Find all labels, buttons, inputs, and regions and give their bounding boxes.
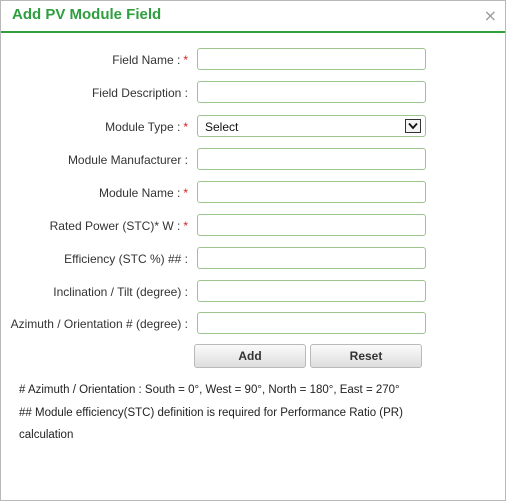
module-type-selected-value: Select (205, 120, 239, 134)
module-manufacturer-row: Module Manufacturer : (1, 148, 505, 172)
required-marker: * (183, 186, 188, 200)
inclination-label: Inclination / Tilt (degree) : (53, 285, 188, 299)
add-pv-module-dialog: Add PV Module Field × Field Name : * Fiel… (0, 0, 506, 501)
dialog-title: Add PV Module Field (12, 6, 162, 23)
reset-button[interactable]: Reset (310, 344, 422, 368)
efficiency-row: Efficiency (STC %) ## : (1, 247, 505, 271)
required-marker: * (183, 219, 188, 233)
azimuth-label: Azimuth / Orientation # (degree) : (10, 317, 188, 331)
module-type-label: Module Type : * (105, 120, 188, 134)
close-icon[interactable]: × (484, 6, 497, 25)
efficiency-label: Efficiency (STC %) ## : (64, 252, 188, 266)
field-description-input[interactable] (197, 81, 426, 103)
module-name-label: Module Name : * (98, 186, 188, 200)
module-type-row: Module Type : * Select (1, 115, 505, 139)
efficiency-input[interactable] (197, 247, 426, 269)
required-marker: * (183, 120, 188, 134)
efficiency-note-continued: calculation (19, 429, 74, 441)
required-marker: * (183, 53, 188, 67)
module-type-select[interactable]: Select (197, 115, 426, 137)
rated-power-row: Rated Power (STC)* W : * (1, 214, 505, 238)
azimuth-note: # Azimuth / Orientation : South = 0°, We… (19, 384, 400, 396)
inclination-input[interactable] (197, 280, 426, 302)
rated-power-input[interactable] (197, 214, 426, 236)
efficiency-note: ## Module efficiency(STC) definition is … (19, 407, 403, 419)
chevron-down-icon[interactable] (405, 119, 421, 133)
module-name-input[interactable] (197, 181, 426, 203)
module-name-row: Module Name : * (1, 181, 505, 205)
field-description-label: Field Description : (91, 86, 188, 100)
field-name-input[interactable] (197, 48, 426, 70)
inclination-row: Inclination / Tilt (degree) : (1, 280, 505, 304)
add-button[interactable]: Add (194, 344, 306, 368)
dialog-header: Add PV Module Field × (1, 1, 505, 33)
azimuth-input[interactable] (197, 312, 426, 334)
field-name-row: Field Name : * (1, 48, 505, 72)
rated-power-label: Rated Power (STC)* W : * (49, 219, 188, 233)
module-manufacturer-input[interactable] (197, 148, 426, 170)
azimuth-row: Azimuth / Orientation # (degree) : (1, 312, 505, 336)
field-description-row: Field Description : (1, 81, 505, 105)
field-name-label: Field Name : * (112, 53, 188, 67)
module-manufacturer-label: Module Manufacturer : (67, 153, 188, 167)
